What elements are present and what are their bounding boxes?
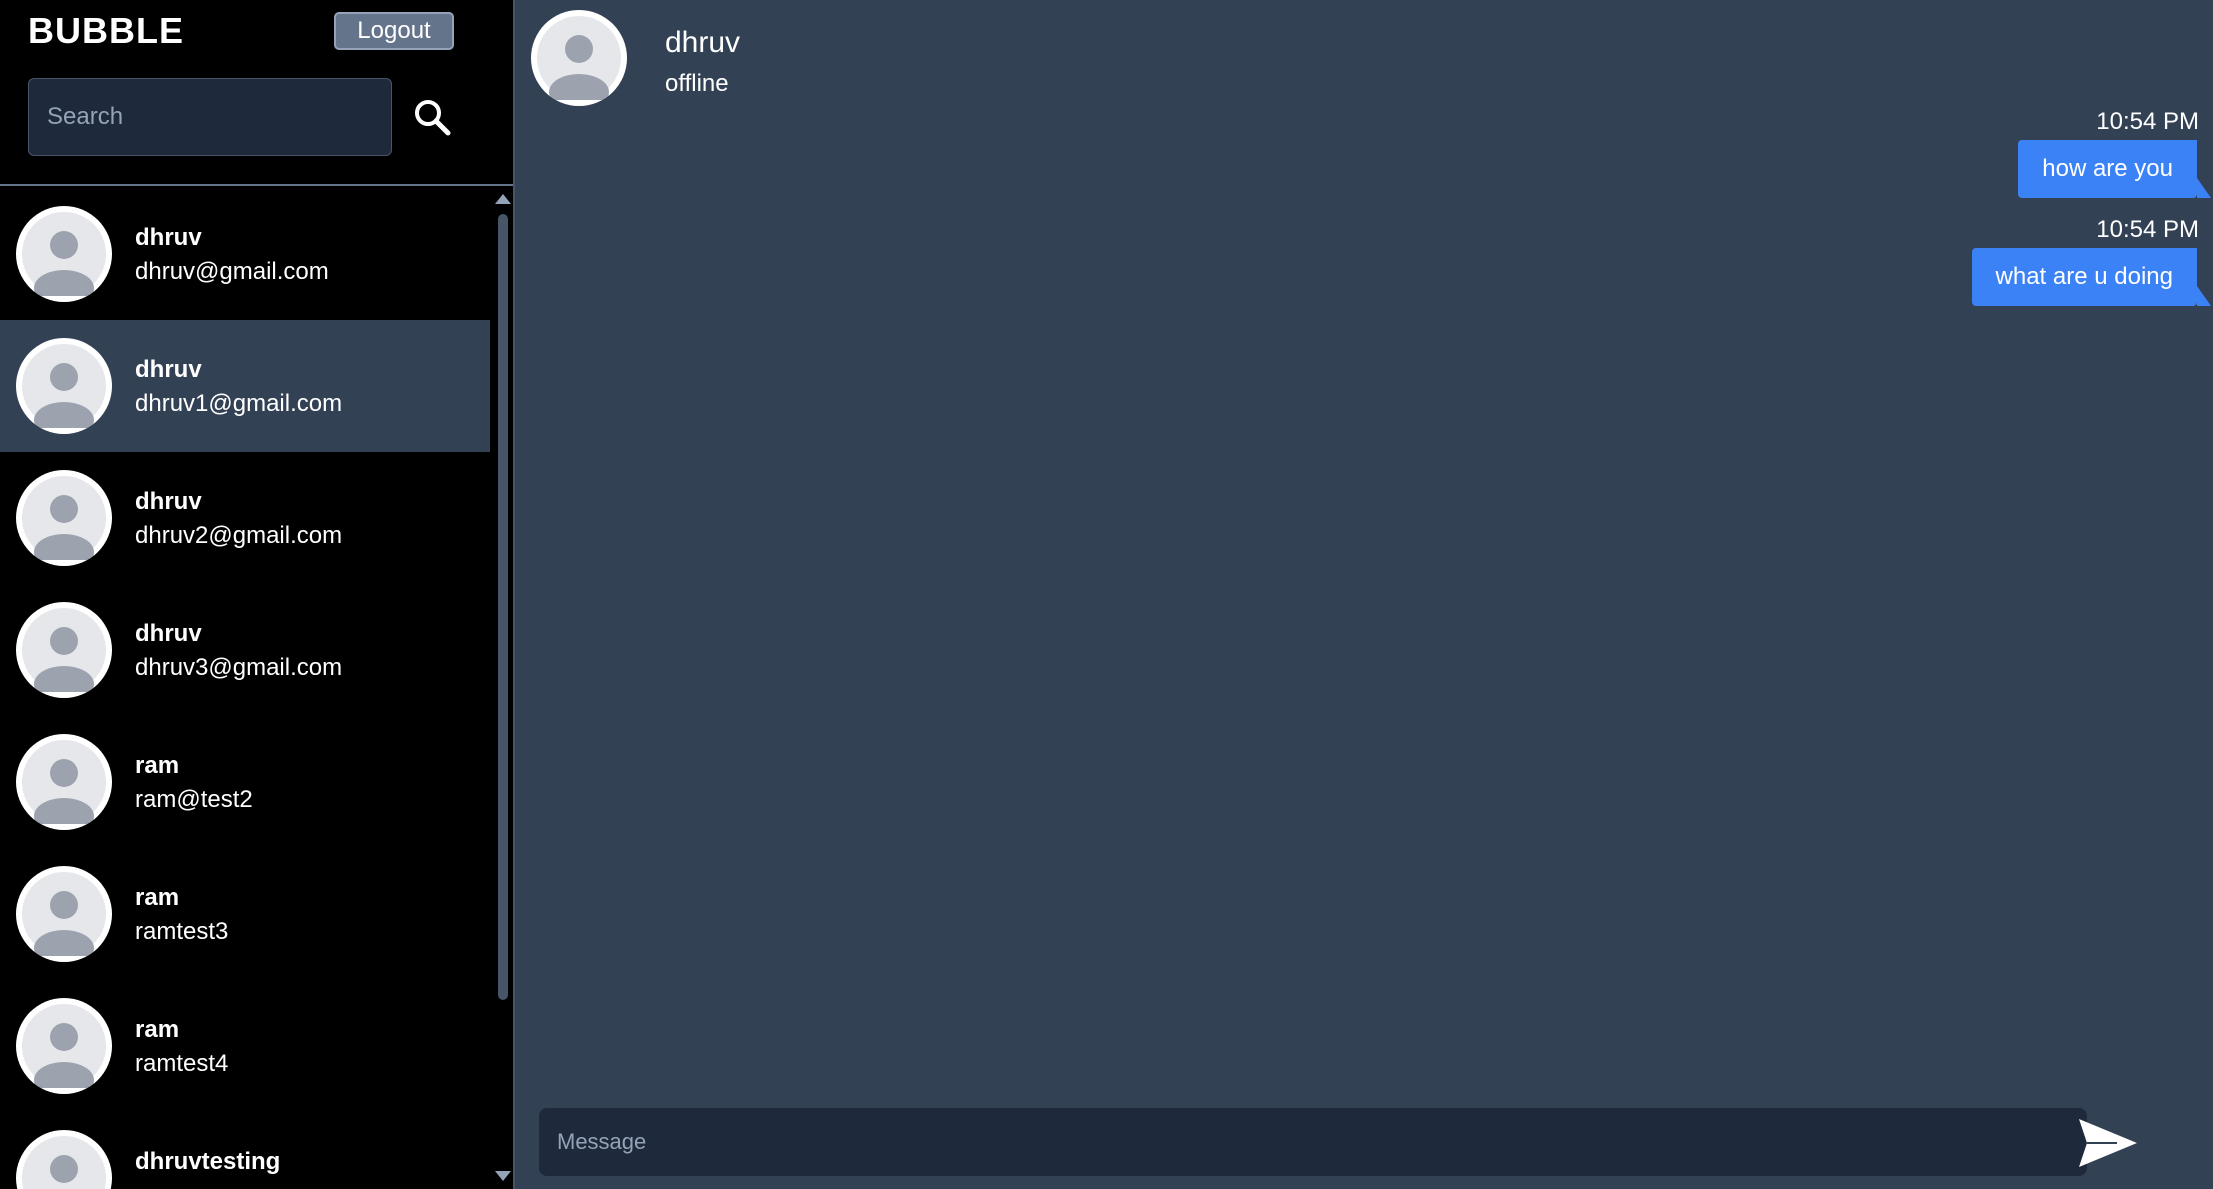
chat-header-avatar [531,10,627,106]
contact-email: ramtest4 [135,1050,229,1077]
message-text: how are you [2042,155,2173,182]
message-bubble: how are you [2018,140,2211,198]
contact-email: ram@test2 [135,786,253,813]
sidebar-divider [0,184,513,186]
contact-email: dhruv@gmail.com [135,258,329,285]
contact-name: ram [135,1016,180,1043]
contact-item[interactable]: dhruv dhruv2@gmail.com [0,452,490,584]
contact-item[interactable]: ram ramtest3 [0,848,490,980]
message-text: what are u doing [1995,263,2173,290]
search-icon [415,100,451,136]
contact-name: dhruvtesting [135,1148,281,1175]
search-input[interactable] [28,78,392,156]
avatar-icon [16,998,112,1094]
avatar-icon [16,470,112,566]
chat-app: BUBBLE Logout dhruv dhruv@gmail.com [0,0,2213,1189]
scroll-up-arrow-icon[interactable] [495,194,511,204]
contact-item[interactable]: dhruv dhruv@gmail.com [0,188,490,320]
avatar-icon [16,338,112,434]
message-bubble: what are u doing [1971,248,2211,306]
contact-email: ramtest3 [135,918,229,945]
contact-email: dhruv3@gmail.com [135,654,343,681]
app-brand: BUBBLE [28,10,184,51]
message-timestamp: 10:54 PM [2096,216,2199,243]
scroll-down-arrow-icon[interactable] [495,1171,511,1181]
contact-email: dhruv1@gmail.com [135,390,343,417]
contact-item[interactable]: dhruv dhruv3@gmail.com [0,584,490,716]
contact-list-scrollbar[interactable] [492,188,512,1189]
avatar-icon [16,1130,112,1189]
message-timestamp: 10:54 PM [2096,108,2199,135]
avatar-icon [16,602,112,698]
avatar-icon [16,866,112,962]
search-button[interactable] [408,93,456,141]
chat-contact-status: offline [665,70,729,97]
avatar-icon [531,10,627,106]
message-input[interactable] [539,1108,2087,1176]
contact-name: dhruv [135,488,202,515]
contact-name: dhruv [135,356,202,383]
send-button[interactable] [2073,1112,2143,1174]
send-icon [2079,1119,2137,1167]
avatar-icon [16,206,112,302]
avatar-icon [16,734,112,830]
bubble-tail [2197,178,2211,198]
contact-item[interactable]: ram ramtest4 [0,980,490,1112]
contact-item-active[interactable]: dhruv dhruv1@gmail.com [0,320,490,452]
scroll-thumb[interactable] [498,214,508,1000]
contact-list: dhruv dhruv@gmail.com dhruv dhruv1@gmail… [0,188,490,1189]
contact-email: dhruv2@gmail.com [135,522,343,549]
contact-item[interactable]: dhruvtesting [0,1112,490,1189]
chat-panel: dhruv offline 10:54 PM how are you 10:54… [517,0,2213,1189]
bubble-tail [2197,286,2211,306]
contact-name: ram [135,752,180,779]
contact-name: dhruv [135,620,202,647]
chat-contact-name: dhruv [665,26,741,59]
contact-name: dhruv [135,224,202,251]
contact-item[interactable]: ram ram@test2 [0,716,490,848]
contact-name: ram [135,884,180,911]
sidebar: BUBBLE Logout dhruv dhruv@gmail.com [0,0,515,1189]
logout-button[interactable]: Logout [334,12,454,50]
